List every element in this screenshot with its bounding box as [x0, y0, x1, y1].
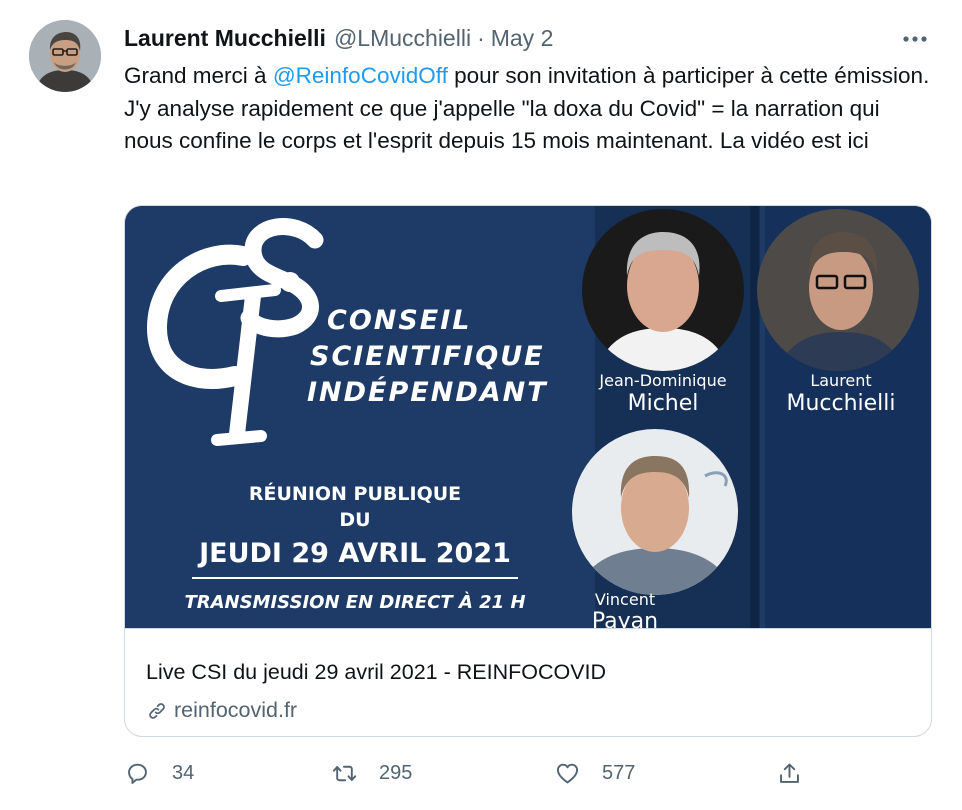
more-icon — [903, 36, 927, 42]
retweet-icon — [332, 765, 357, 781]
banner-line3: INDÉPENDANT — [307, 376, 548, 408]
card-domain[interactable]: reinfocovid.fr — [146, 698, 297, 723]
tweet-header: Laurent Mucchielli @LMucchielli · May 2 — [124, 22, 553, 54]
like-button[interactable]: 577 — [554, 755, 635, 791]
banner-du: DU — [339, 509, 370, 531]
share-icon — [780, 763, 799, 783]
banner-line1: CONSEIL — [327, 305, 472, 336]
card-image[interactable]: CONSEIL SCIENTIFIQUE INDÉPENDANT RÉUNION… — [125, 206, 931, 628]
reply-icon — [128, 763, 147, 784]
retweet-button[interactable]: 295 — [331, 755, 412, 791]
card-title[interactable]: Live CSI du jeudi 29 avril 2021 - REINFO… — [146, 660, 606, 685]
action-bar: 34 295 577 — [124, 755, 824, 791]
avatar[interactable] — [29, 20, 101, 92]
card-domain-text: reinfocovid.fr — [174, 698, 298, 722]
author-handle[interactable]: @LMucchielli — [334, 25, 471, 52]
person1-last-name: Michel — [628, 391, 699, 416]
tweet-text-before: Grand merci à — [124, 63, 273, 88]
person2-first-name: Laurent — [810, 371, 871, 390]
banner-broadcast: TRANSMISSION EN DIRECT À 21 H — [184, 591, 525, 613]
link-card[interactable]: CONSEIL SCIENTIFIQUE INDÉPENDANT RÉUNION… — [124, 205, 932, 737]
banner-meeting: RÉUNION PUBLIQUE — [249, 482, 461, 505]
like-count: 577 — [602, 761, 636, 784]
reply-count: 34 — [172, 761, 195, 784]
person2-last-name: Mucchielli — [786, 391, 895, 416]
like-icon — [556, 763, 579, 783]
person3-last-name: Payan — [592, 609, 658, 628]
tweet: Laurent Mucchielli @LMucchielli · May 2 … — [0, 0, 962, 810]
banner-line2: SCIENTIFIQUE — [310, 341, 545, 372]
author-name[interactable]: Laurent Mucchielli — [124, 25, 326, 52]
person3-first-name: Vincent — [595, 590, 655, 609]
tweet-text: Grand merci à @ReinfoCovidOff pour son i… — [124, 60, 934, 158]
more-button[interactable] — [898, 24, 932, 54]
banner-date: JEUDI 29 AVRIL 2021 — [197, 538, 511, 569]
reply-button[interactable]: 34 — [124, 755, 194, 791]
link-icon — [149, 702, 165, 719]
avatar-photo — [29, 20, 101, 92]
mention-link[interactable]: @ReinfoCovidOff — [273, 63, 448, 88]
tweet-date[interactable]: May 2 — [491, 25, 554, 52]
person1-first-name: Jean-Dominique — [598, 371, 726, 390]
card-footer[interactable]: Live CSI du jeudi 29 avril 2021 - REINFO… — [125, 628, 931, 736]
card-banner: CONSEIL SCIENTIFIQUE INDÉPENDANT RÉUNION… — [125, 206, 931, 628]
separator-dot: · — [477, 24, 485, 51]
share-button[interactable] — [776, 755, 803, 791]
retweet-count: 295 — [379, 761, 413, 784]
